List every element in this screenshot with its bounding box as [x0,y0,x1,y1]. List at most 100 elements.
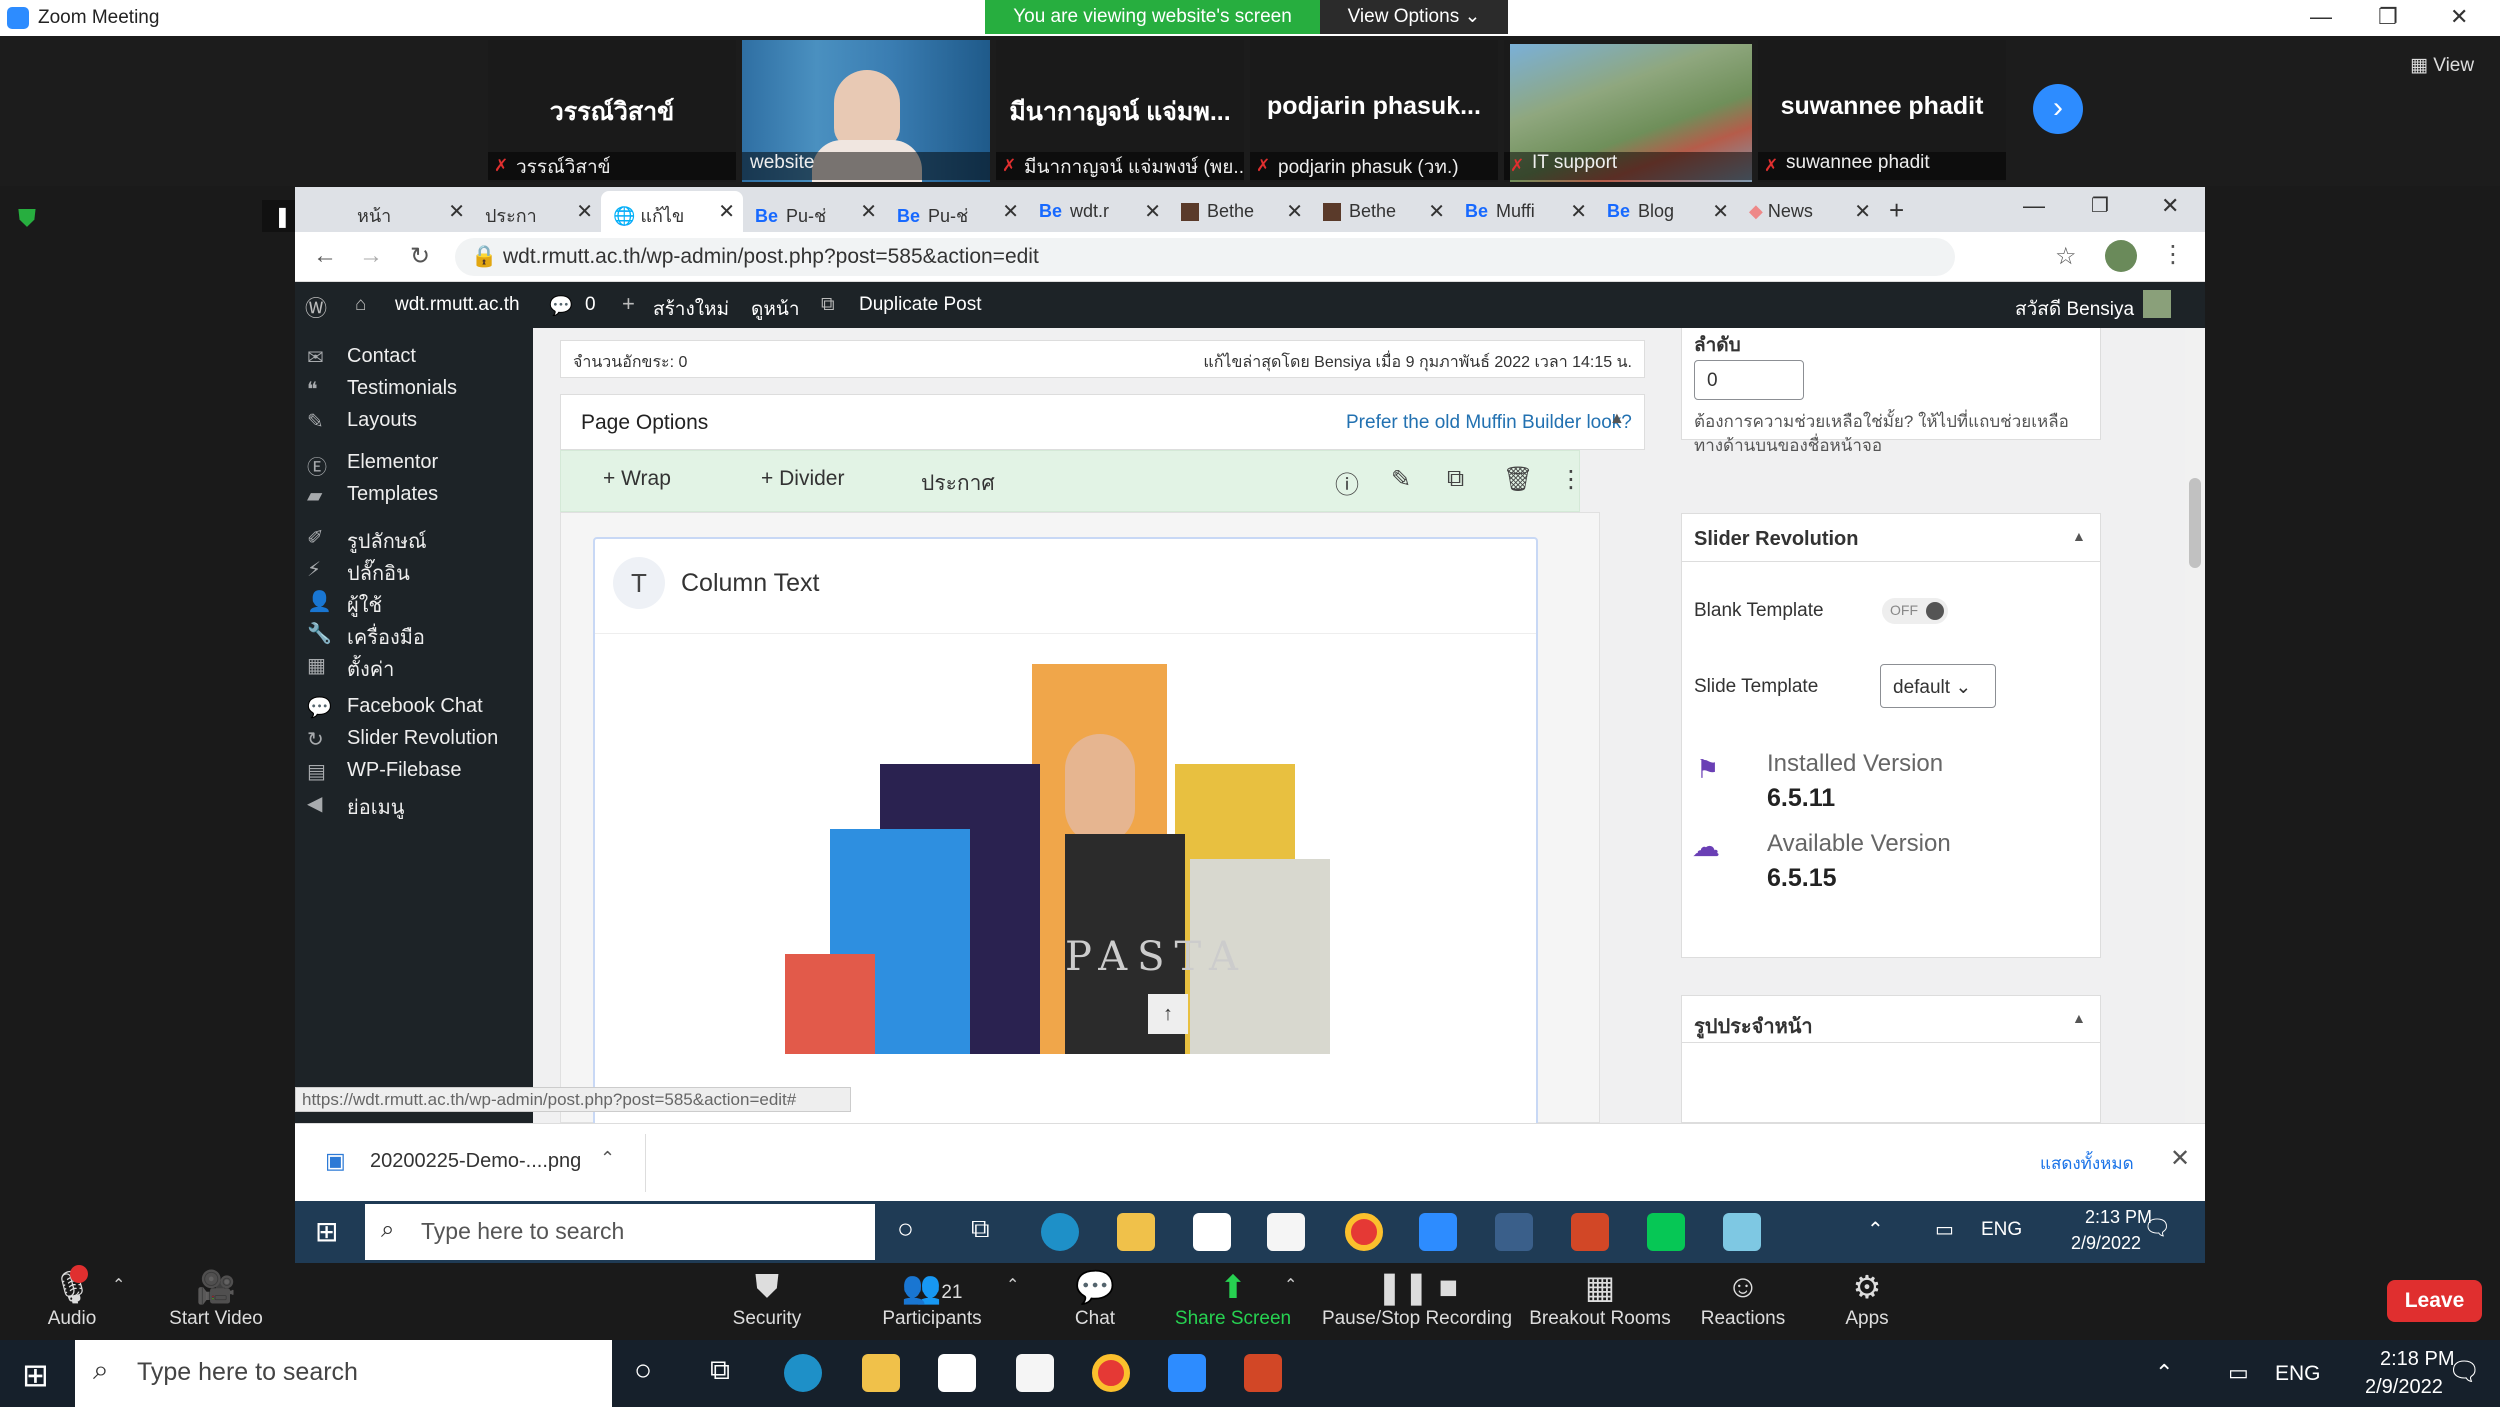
close-tab-icon[interactable]: ✕ [1002,199,1019,224]
download-file-name[interactable]: 20200225-Demo-....png [370,1150,581,1173]
collapse-arrow-icon[interactable]: ▲ [2072,528,2086,544]
reload-icon[interactable]: ↻ [410,242,430,271]
page-options-header[interactable]: Page Options Prefer the old Muffin Build… [560,394,1645,450]
file-explorer-icon[interactable] [1117,1213,1155,1251]
edge-icon[interactable] [1041,1213,1079,1251]
close-tab-icon[interactable]: ✕ [718,199,735,224]
prefer-old-link[interactable]: Prefer the old Muffin Builder look? [1346,412,1632,434]
trash-icon[interactable]: 🗑 [1503,465,1533,494]
powerpoint-icon[interactable] [1244,1354,1282,1392]
close-tab-icon[interactable]: ✕ [1286,199,1303,224]
minimize-icon[interactable]: — [2310,4,2332,30]
close-window-icon[interactable]: ✕ [2161,193,2179,219]
task-view-icon[interactable]: ⧉ [971,1213,990,1245]
browser-tab[interactable]: ◆ News ✕ [1737,191,1879,232]
info-icon[interactable]: ⓘ [1335,465,1359,500]
sidebar-item-layouts[interactable]: Layouts [347,409,417,432]
windows-start-icon[interactable]: ⊞ [315,1215,338,1248]
close-tab-icon[interactable]: ✕ [576,199,593,224]
site-link[interactable]: wdt.rmutt.ac.th [395,294,520,316]
notification-icon[interactable]: 🗨 [2448,1356,2481,1387]
app-icon[interactable] [1723,1213,1761,1251]
restore-icon[interactable]: ❐ [2378,4,2398,30]
view-button[interactable]: ▦ View [2410,54,2474,77]
close-icon[interactable]: ✕ [2170,1144,2190,1173]
browser-tab[interactable]: Be wdt.r ✕ [1027,191,1169,232]
close-tab-icon[interactable]: ✕ [1712,199,1729,224]
slider-header[interactable]: Slider Revolution ▲ [1682,514,2100,562]
participant-tile[interactable]: วรรณ์วิสาข์ ✗ วรรณ์วิสาข์ [488,40,736,182]
browser-tab[interactable]: Bethe ✕ [1311,191,1453,232]
chevron-up-icon[interactable]: ⌃ [2155,1360,2173,1386]
sidebar-item-settings[interactable]: ตั้งค่า [347,653,394,685]
bookmark-star-icon[interactable]: ☆ [2055,242,2077,271]
comment-icon[interactable]: 💬 [549,294,573,318]
start-video-button[interactable]: 🎥 Start Video [146,1268,286,1330]
forward-icon[interactable]: → [359,242,383,270]
blank-template-toggle[interactable]: OFF [1882,598,1948,624]
close-tab-icon[interactable]: ✕ [1570,199,1587,224]
breakout-rooms-button[interactable]: ▦ Breakout Rooms [1520,1268,1680,1330]
new-tab-icon[interactable]: + [1889,195,1904,226]
recording-button[interactable]: ❚❚ ■ Pause/Stop Recording [1312,1268,1522,1330]
next-participants-button[interactable]: › [2033,84,2083,134]
network-icon[interactable]: ▭ [2228,1360,2249,1386]
collapse-arrow-icon[interactable]: ▲ [1609,410,1625,428]
chevron-up-icon[interactable]: ⌃ [112,1275,125,1295]
sidebar-item-facebook-chat[interactable]: Facebook Chat [347,695,483,718]
participant-tile[interactable]: มีนากาญจน์ แจ่มพ... ✗ มีนากาญจน์ แจ่มพงษ์… [996,40,1244,182]
mail-icon[interactable] [1267,1213,1305,1251]
edit-icon[interactable]: ✎ [1391,465,1411,494]
close-tab-icon[interactable]: ✕ [1144,199,1161,224]
more-icon[interactable]: ⋮ [1559,465,1583,494]
show-all-button[interactable]: แสดงทั้งหมด [2040,1150,2134,1177]
duplicate-post-link[interactable]: Duplicate Post [859,294,982,316]
url-field[interactable]: 🔒 wdt.rmutt.ac.th/wp-admin/post.php?post… [455,238,1955,276]
cortana-icon[interactable]: ○ [634,1354,652,1388]
taskbar-search[interactable]: ⌕ Type here to search [75,1340,612,1407]
profile-avatar[interactable] [2105,240,2137,272]
browser-tab[interactable]: Be Pu-ช่ ✕ [743,191,885,232]
sidebar-item-contact[interactable]: Contact [347,345,416,368]
new-link[interactable]: สร้างใหม่ [653,294,729,324]
chevron-up-icon[interactable]: ⌃ [600,1148,615,1169]
slide-template-select[interactable]: default ⌄ [1880,664,1996,708]
participant-tile[interactable]: suwannee phadit ✗ suwannee phadit [1758,40,2006,182]
taskbar-search[interactable]: ⌕ Type here to search [365,1204,875,1260]
security-button[interactable]: ⛊ Security [697,1268,837,1330]
close-tab-icon[interactable]: ✕ [1428,199,1445,224]
apps-button[interactable]: ⚙ Apps [1797,1268,1937,1330]
browser-tab[interactable]: Be Blog ✕ [1595,191,1737,232]
greeting[interactable]: สวัสดี Bensiya [2015,294,2134,324]
line-icon[interactable] [1647,1213,1685,1251]
back-icon[interactable]: ← [313,242,337,270]
share-screen-button[interactable]: ⬆ Share Screen [1163,1268,1303,1330]
sidebar-item-collapse[interactable]: ย่อเมนู [347,791,404,823]
collapse-arrow-icon[interactable]: ▲ [2072,1010,2086,1026]
network-icon[interactable]: ▭ [1935,1217,1954,1242]
browser-tab[interactable]: Bethe ✕ [1169,191,1311,232]
participant-tile[interactable]: podjarin phasuk... ✗ podjarin phasuk (วท.… [1250,40,1498,182]
cortana-icon[interactable]: ○ [897,1213,914,1245]
sidebar-item-wp-filebase[interactable]: WP-Filebase [347,759,461,782]
sidebar-item-appearance[interactable]: รูปลักษณ์ [347,525,427,557]
view-options-button[interactable]: View Options ⌄ [1320,0,1508,34]
scroll-thumb[interactable] [2189,478,2201,568]
participant-tile-video[interactable]: website [742,40,990,182]
reactions-button[interactable]: ☺ Reactions [1673,1268,1813,1330]
participants-button[interactable]: 👥21 Participants [862,1268,1002,1330]
menu-kebab-icon[interactable]: ⋮ [2161,240,2185,269]
restore-icon[interactable]: ❐ [2091,193,2109,218]
browser-tab-active[interactable]: 🌐 แก้ไข ✕ [601,191,743,232]
sidebar-item-elementor[interactable]: Elementor [347,451,438,474]
view-link[interactable]: ดูหน้า [751,294,800,324]
sidebar-item-users[interactable]: ผู้ใช้ [347,589,382,621]
chrome-icon[interactable] [1345,1213,1383,1251]
zoom-icon[interactable] [1419,1213,1457,1251]
close-icon[interactable]: ✕ [2450,4,2468,30]
leave-button[interactable]: Leave [2387,1280,2482,1322]
mail-icon[interactable] [1016,1354,1054,1392]
close-tab-icon[interactable]: ✕ [860,199,877,224]
zoom-icon[interactable] [1168,1354,1206,1392]
add-wrap-button[interactable]: + Wrap [603,467,671,491]
